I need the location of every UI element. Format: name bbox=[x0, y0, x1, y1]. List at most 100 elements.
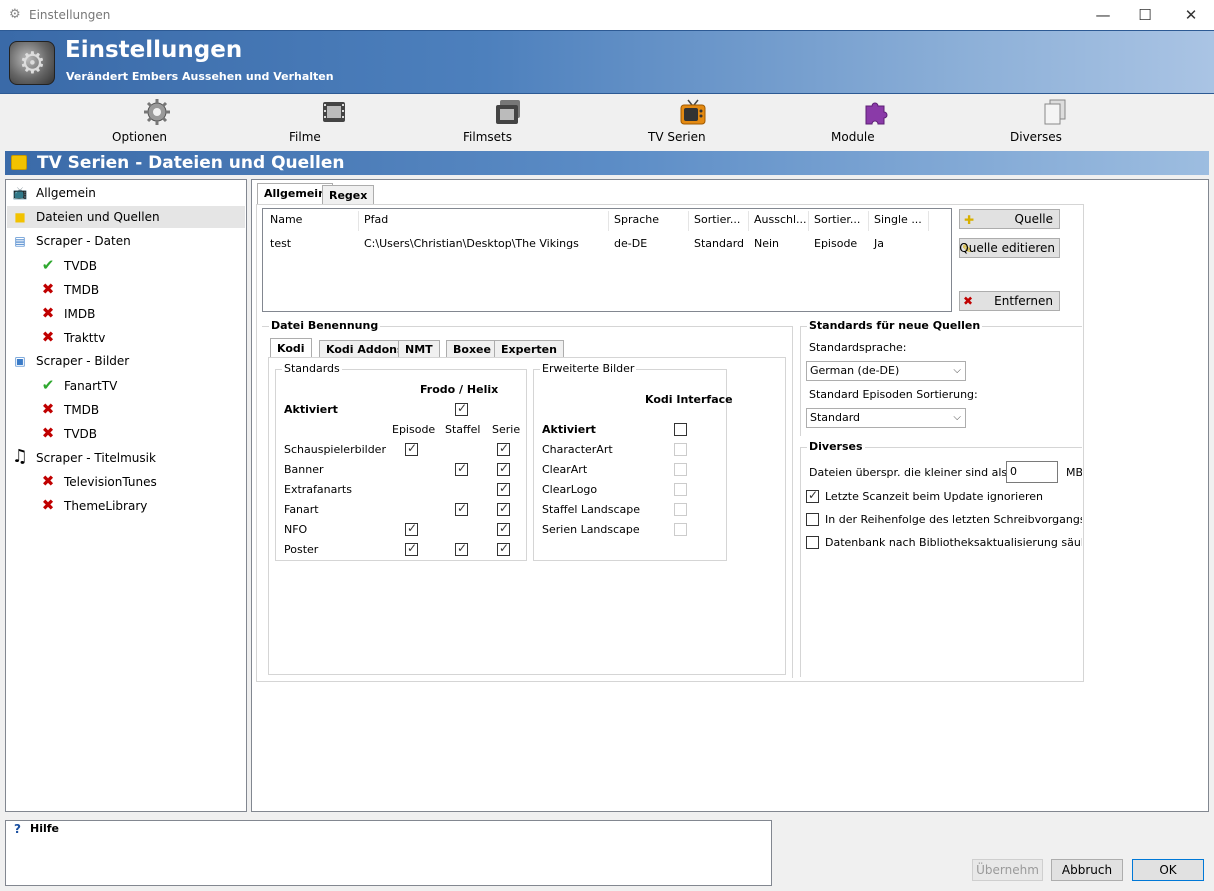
write-order-checkbox[interactable] bbox=[806, 513, 819, 526]
nfo-episode-checkbox[interactable] bbox=[405, 521, 418, 536]
toolbar-diverses[interactable]: Diverses bbox=[1010, 98, 1100, 144]
x-icon: ✖ bbox=[41, 472, 55, 490]
kodi-interface-label: Kodi Interface bbox=[645, 393, 733, 406]
tab-kodi-addons[interactable]: Kodi Addons bbox=[319, 340, 411, 358]
remove-source-button[interactable]: ✖ Entfernen bbox=[959, 291, 1060, 311]
x-icon: ✖ bbox=[41, 328, 55, 346]
banner-serie-checkbox[interactable] bbox=[497, 461, 510, 476]
column-header-ausschluss[interactable]: Ausschl... bbox=[754, 213, 808, 226]
ext-aktiviert-checkbox[interactable] bbox=[674, 423, 687, 436]
apply-button[interactable]: Übernehm bbox=[972, 859, 1043, 881]
tree-item-televisiontunes[interactable]: ✖ TelevisionTunes bbox=[38, 470, 157, 492]
cancel-button[interactable]: Abbruch bbox=[1051, 859, 1123, 881]
window-title: Einstellungen bbox=[29, 8, 111, 22]
close-button[interactable]: ✕ bbox=[1174, 4, 1208, 26]
x-icon: ✖ bbox=[41, 400, 55, 418]
standardsprache-select[interactable]: German (de-DE) ⌵ bbox=[806, 361, 966, 381]
tree-item-tmdb[interactable]: ✖ TMDB bbox=[38, 278, 99, 300]
tab-boxee[interactable]: Boxee bbox=[446, 340, 498, 358]
column-header-single[interactable]: Single ... bbox=[874, 213, 928, 226]
standards-neue-quellen-title: Standards für neue Quellen bbox=[807, 319, 983, 332]
poster-serie-checkbox[interactable] bbox=[497, 541, 510, 556]
ok-button[interactable]: OK bbox=[1132, 859, 1204, 881]
staffel-landscape-checkbox[interactable] bbox=[674, 503, 687, 516]
toolbar-module[interactable]: Module bbox=[831, 98, 921, 144]
tree-item-fanarttv[interactable]: ✔ FanartTV bbox=[38, 374, 118, 396]
nfo-serie-checkbox[interactable] bbox=[497, 521, 510, 536]
header-title: Einstellungen bbox=[65, 37, 243, 63]
tv-icon bbox=[680, 99, 706, 125]
datei-benennung-title: Datei Benennung bbox=[269, 319, 381, 332]
music-note-icon: ♫ bbox=[11, 446, 29, 467]
x-icon: ✖ bbox=[41, 424, 55, 442]
poster-staffel-checkbox[interactable] bbox=[455, 541, 468, 556]
row-characterart: CharacterArt bbox=[542, 443, 613, 456]
episoden-sortierung-select[interactable]: Standard ⌵ bbox=[806, 408, 966, 428]
tab-nmt[interactable]: NMT bbox=[398, 340, 440, 358]
ignore-scan-time-checkbox[interactable] bbox=[806, 488, 819, 503]
toolbar-tv-serien[interactable]: TV Serien bbox=[648, 98, 738, 144]
tree-item-tmdb-images[interactable]: ✖ TMDB bbox=[38, 398, 99, 420]
scraper-data-icon: ▤ bbox=[14, 234, 26, 248]
extrafanarts-serie-checkbox[interactable] bbox=[497, 481, 510, 496]
toolbar-filmsets[interactable]: Filmsets bbox=[463, 98, 553, 144]
section-title: TV Serien - Dateien und Quellen bbox=[37, 153, 345, 173]
tree-item-imdb[interactable]: ✖ IMDB bbox=[38, 302, 96, 324]
fanart-serie-checkbox[interactable] bbox=[497, 501, 510, 516]
x-icon: ✖ bbox=[41, 304, 55, 322]
schauspielerbilder-episode-checkbox[interactable] bbox=[405, 441, 418, 456]
tree-item-scraper-bilder[interactable]: ▣ Scraper - Bilder bbox=[10, 350, 129, 372]
row-staffel-landscape: Staffel Landscape bbox=[542, 503, 641, 516]
maximize-button[interactable]: ☐ bbox=[1128, 4, 1162, 26]
column-header-name[interactable]: Name bbox=[270, 213, 302, 226]
minimize-button[interactable]: — bbox=[1086, 4, 1120, 26]
tree-item-label: TMDB bbox=[64, 403, 100, 417]
col-staffel: Staffel bbox=[445, 423, 481, 436]
clearart-checkbox[interactable] bbox=[674, 463, 687, 476]
header-banner: ⚙ Einstellungen Verändert Embers Aussehe… bbox=[0, 30, 1214, 94]
erweiterte-bilder-title: Erweiterte Bilder bbox=[540, 362, 637, 375]
tab-experten[interactable]: Experten bbox=[494, 340, 564, 358]
row-fanart: Fanart bbox=[284, 503, 319, 516]
settings-tree[interactable]: 📺 Allgemein ■ Dateien und Quellen ▤ Scraper… bbox=[5, 179, 247, 812]
clean-db-label: Datenbank nach Bibliotheksaktualisierung… bbox=[825, 536, 1082, 549]
serien-landscape-checkbox[interactable] bbox=[674, 523, 687, 536]
column-header-sprache[interactable]: Sprache bbox=[614, 213, 659, 226]
tab-kodi[interactable]: Kodi bbox=[270, 338, 312, 359]
toolbar-optionen[interactable]: Optionen bbox=[112, 98, 202, 144]
tv-icon: 📺 bbox=[12, 186, 28, 200]
column-header-sortierung-2[interactable]: Sortier... bbox=[814, 213, 868, 226]
help-title: Hilfe bbox=[30, 822, 59, 835]
tree-item-tvdb[interactable]: ✔ TVDB bbox=[38, 254, 97, 276]
banner-staffel-checkbox[interactable] bbox=[455, 461, 468, 476]
toolbar-filme[interactable]: Filme bbox=[289, 98, 379, 144]
clearlogo-checkbox[interactable] bbox=[674, 483, 687, 496]
sources-list[interactable]: Name Pfad Sprache Sortier... Ausschl... … bbox=[262, 208, 952, 312]
standardsprache-label: Standardsprache: bbox=[809, 341, 907, 354]
tree-item-allgemein[interactable]: 📺 Allgemein bbox=[10, 182, 96, 204]
tree-item-themelibrary[interactable]: ✖ ThemeLibrary bbox=[38, 494, 148, 516]
clean-db-checkbox[interactable] bbox=[806, 536, 819, 549]
tree-item-trakttv[interactable]: ✖ Trakttv bbox=[38, 326, 106, 348]
schauspielerbilder-serie-checkbox[interactable] bbox=[497, 441, 510, 456]
add-source-button[interactable]: ✚ Quelle bbox=[959, 209, 1060, 229]
column-header-pfad[interactable]: Pfad bbox=[364, 213, 388, 226]
characterart-checkbox[interactable] bbox=[674, 443, 687, 456]
tree-item-scraper-titelmusik[interactable]: ♫ Scraper - Titelmusik bbox=[10, 446, 156, 468]
fanart-staffel-checkbox[interactable] bbox=[455, 501, 468, 516]
edit-source-button[interactable]: ✎ Quelle editieren bbox=[959, 238, 1060, 258]
aktiviert-checkbox[interactable] bbox=[455, 401, 468, 416]
skip-size-input[interactable]: 0 bbox=[1006, 461, 1058, 483]
tab-regex[interactable]: Regex bbox=[322, 185, 375, 205]
tree-item-scraper-daten[interactable]: ▤ Scraper - Daten bbox=[10, 230, 130, 252]
tree-item-label: Dateien und Quellen bbox=[36, 210, 160, 224]
column-header-sortierung[interactable]: Sortier... bbox=[694, 213, 748, 226]
tree-item-tvdb-images[interactable]: ✖ TVDB bbox=[38, 422, 97, 444]
row-extrafanarts: Extrafanarts bbox=[284, 483, 352, 496]
tree-item-dateien-und-quellen[interactable]: ■ Dateien und Quellen bbox=[7, 206, 245, 228]
chevron-down-icon: ⌵ bbox=[953, 412, 961, 423]
chevron-down-icon: ⌵ bbox=[953, 365, 961, 376]
ext-aktiviert-label: Aktiviert bbox=[542, 423, 596, 436]
help-question-icon: ? bbox=[14, 822, 21, 836]
poster-episode-checkbox[interactable] bbox=[405, 541, 418, 556]
